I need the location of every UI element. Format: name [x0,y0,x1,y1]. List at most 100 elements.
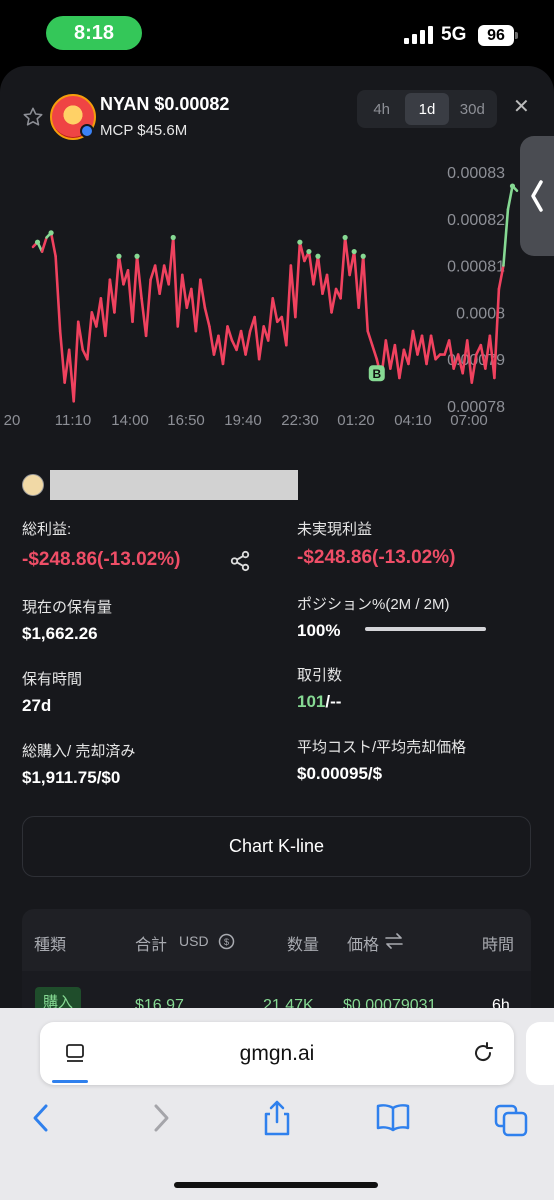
timeframe-30d[interactable]: 30d [451,93,494,125]
x-tick-label: 14:00 [111,412,149,429]
series-segment [384,339,392,370]
y-tick-label: 0.00083 [447,165,505,182]
series-point [134,253,140,259]
col-time: 時間 [482,937,515,954]
series-point [48,230,54,236]
market-cap: MCP $45.6M [100,122,188,139]
hold-time-value: 27d [22,696,52,715]
series-segment [180,273,189,310]
series-segment [113,254,121,314]
series-segment [171,236,180,328]
series-segment [411,329,419,356]
status-time[interactable]: 8:18 [46,16,142,50]
series-point [351,248,357,255]
series-segment [307,250,315,286]
unrealized-pnl-label: 未実現利益 [297,521,373,538]
series-segment [203,306,211,328]
series-segment [226,325,234,342]
y-tick-label: 0.00078 [447,399,505,412]
series-segment [294,240,302,319]
battery-icon: 96 [478,25,514,46]
x-tick-label: 07:00 [450,412,488,429]
bought-sold-value: $1,911.75/$0 [22,768,121,787]
series-segment [325,273,333,314]
tab-indicator [52,1080,88,1083]
series-segment [366,329,374,347]
buy-marker[interactable]: B [368,365,385,382]
series-segment [58,329,66,384]
series-segment [158,264,166,295]
x-tick-label: 11:10 [54,412,92,429]
series-segment [330,287,338,314]
series-segment [153,264,161,295]
svg-text:$: $ [224,937,229,947]
series-point [342,234,348,241]
url-text[interactable]: gmgn.ai [40,1042,514,1066]
token-name-price: NYAN $0.00082 [100,94,230,114]
reload-icon[interactable] [470,1040,496,1066]
trades-label: 取引数 [297,667,343,684]
col-usd-toggle[interactable]: USD [179,933,209,949]
next-tab-preview[interactable] [526,1022,554,1085]
series-segment [176,273,184,328]
series-segment [285,264,293,347]
timeframe-1d[interactable]: 1d [405,93,449,125]
tabs-icon[interactable] [492,1098,530,1138]
total-pnl-value: -$248.86(-13.02%) [22,549,181,570]
series-segment [343,236,351,277]
token-sheet: NYAN $0.00082 MCP $45.6M 4h 1d 30d ✕ 0.0… [0,66,554,1066]
holding-label: 現在の保有量 [22,599,113,616]
timeframe-4h[interactable]: 4h [360,93,403,125]
series-segment [316,254,324,295]
wallet-row [22,470,298,500]
bookmarks-icon[interactable] [374,1098,412,1138]
price-chart[interactable]: 0.000830.000820.000810.00080.000790.0007… [0,156,554,412]
swap-icon[interactable] [384,933,404,949]
hold-time-label: 保有時間 [22,671,83,688]
share-icon[interactable] [229,550,251,572]
x-tick-label: 01:20 [337,412,375,429]
network-type: 5G [441,24,467,45]
col-type: 種類 [34,937,67,954]
holding-value: $1,662.26 [22,624,98,643]
x-tick-label: 19:40 [224,412,262,429]
series-point [315,253,321,259]
forward-icon[interactable] [148,1098,174,1138]
timeframe-selector: 4h 1d 30d [357,90,497,128]
x-tick-label: 22:30 [281,412,319,429]
series-segment [420,334,428,366]
series-segment [221,325,229,366]
chain-badge-icon [80,124,94,138]
series-point [34,239,41,245]
series-segment [239,329,247,356]
series-point [306,248,312,255]
battery-nub [515,32,518,39]
browser-nav [0,1098,554,1142]
share-sheet-icon[interactable] [262,1098,292,1138]
series-segment [370,343,379,361]
back-icon[interactable] [28,1098,54,1138]
bought-sold-label: 総購入/ 売却済み [22,743,136,760]
series-segment [244,329,252,356]
series-point [509,183,516,189]
series-segment [72,320,80,403]
series-segment [425,334,433,366]
currency-toggle-icon[interactable]: $ [218,933,235,950]
signal-icon [404,26,433,44]
series-segment [135,254,143,300]
series-segment [339,236,347,300]
close-icon[interactable]: ✕ [513,94,530,119]
home-indicator [174,1182,378,1188]
x-tick-label: 16:50 [167,412,205,429]
trades-value: 101/-- [297,692,341,712]
series-segment [506,184,514,211]
col-qty: 数量 [287,937,320,954]
series-segment [85,311,94,361]
star-icon[interactable] [22,106,44,128]
address-bar[interactable]: gmgn.ai [40,1022,514,1085]
series-segment [117,254,125,286]
series-segment [361,254,370,333]
trades-rest: /-- [325,692,342,711]
chart-kline-button[interactable]: Chart K-line [22,816,531,877]
browser-toolbar: gmgn.ai [0,1008,554,1200]
